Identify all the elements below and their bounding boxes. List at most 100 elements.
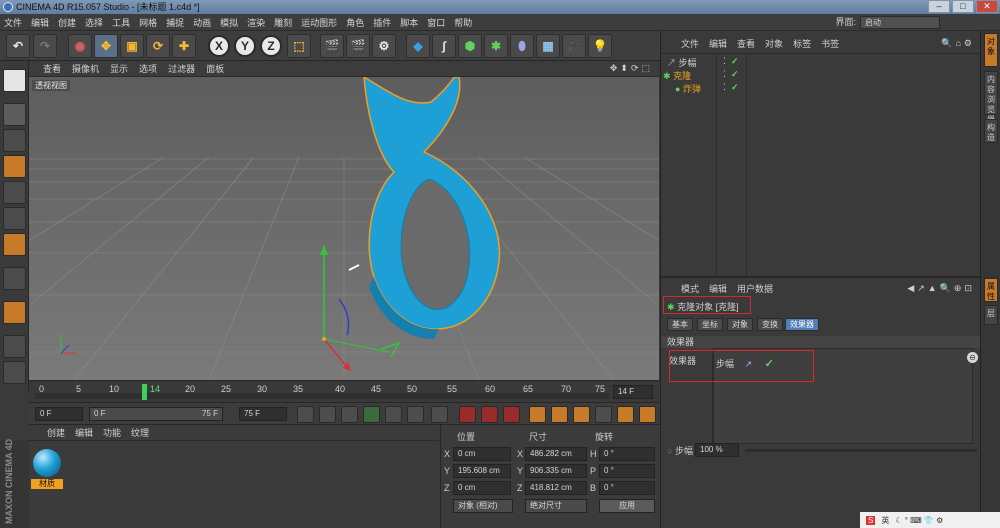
tab-transform[interactable]: 变换	[757, 318, 783, 331]
viewport-menu-panel[interactable]: 面板	[206, 62, 224, 75]
start-frame-field[interactable]: 0 F	[35, 407, 83, 421]
close-button[interactable]: ✕	[976, 0, 998, 13]
z-axis-toggle[interactable]: Z	[260, 35, 282, 57]
tab-basic[interactable]: 基本	[667, 318, 693, 331]
render-view-icon[interactable]: 🎬	[320, 34, 344, 58]
texture-mode-icon[interactable]	[3, 129, 26, 152]
visibility-dots-icon[interactable]: ⁚	[723, 69, 726, 80]
side-tab-layers[interactable]: 层	[984, 305, 998, 325]
apply-button[interactable]: 应用	[599, 499, 655, 513]
viewport-menu-view[interactable]: 查看	[43, 62, 61, 75]
material-menu-create[interactable]: 创建	[47, 426, 65, 439]
next-key-icon[interactable]	[407, 406, 424, 423]
array-generator-icon[interactable]: ✱	[484, 34, 508, 58]
coords-mode-select[interactable]: 对象 (相对)	[453, 499, 513, 513]
position-key-icon[interactable]	[529, 406, 546, 423]
maximize-button[interactable]: □	[952, 0, 974, 13]
render-picture-viewer-icon[interactable]: 🎬	[346, 34, 370, 58]
size-y-field[interactable]: 906.335 cm	[525, 464, 587, 478]
menu-tools[interactable]: 工具	[112, 16, 130, 29]
current-frame-field[interactable]: 14 F	[613, 385, 653, 399]
om-menu-view[interactable]: 查看	[737, 37, 755, 50]
viewport-menu-display[interactable]: 显示	[110, 62, 128, 75]
edges-mode-icon[interactable]	[3, 207, 26, 230]
keyframe-selection-icon[interactable]	[503, 406, 520, 423]
parameter-key-icon[interactable]	[595, 406, 612, 423]
redo-icon[interactable]: ↷	[33, 34, 57, 58]
ime-language[interactable]: 英	[881, 515, 889, 526]
go-to-end-icon[interactable]	[431, 406, 448, 423]
material-menu-texture[interactable]: 纹理	[131, 426, 149, 439]
timeline-view-icon[interactable]	[639, 406, 656, 423]
menu-edit[interactable]: 编辑	[31, 16, 49, 29]
viewport-menu-options[interactable]: 选项	[139, 62, 157, 75]
spline-pen-icon[interactable]: ∫	[432, 34, 456, 58]
tab-object[interactable]: 对象	[727, 318, 753, 331]
end-frame-field[interactable]: 75 F	[239, 407, 287, 421]
perspective-viewport[interactable]: 透视视图	[29, 77, 659, 380]
live-select-icon[interactable]: ◉	[68, 34, 92, 58]
make-editable-icon[interactable]	[3, 69, 26, 92]
go-to-start-icon[interactable]	[297, 406, 314, 423]
menu-mesh[interactable]: 网格	[139, 16, 157, 29]
pick-effector-icon[interactable]: ⊖	[967, 352, 978, 363]
menu-sculpt[interactable]: 雕刻	[274, 16, 292, 29]
side-tab-objects[interactable]: 对象	[984, 33, 998, 67]
menu-help[interactable]: 帮助	[454, 16, 472, 29]
attr-menu-userdata[interactable]: 用户数据	[737, 282, 773, 295]
menu-render[interactable]: 渲染	[247, 16, 265, 29]
keyframe-dot-icon[interactable]: ○	[667, 446, 672, 456]
rotation-b-field[interactable]: 0 °	[599, 481, 655, 495]
record-key-icon[interactable]	[459, 406, 476, 423]
size-x-field[interactable]: 486.282 cm	[525, 447, 587, 461]
size-mode-select[interactable]: 绝对尺寸	[525, 499, 587, 513]
om-menu-objects[interactable]: 对象	[765, 37, 783, 50]
previous-key-icon[interactable]	[319, 406, 336, 423]
enabled-check-icon[interactable]: ✓	[731, 82, 739, 93]
frame-range-slider[interactable]: 0 F 75 F	[89, 407, 223, 421]
strength-slider-track[interactable]	[745, 449, 977, 452]
visibility-dots-icon[interactable]: ⁚	[723, 82, 726, 93]
axis-mode-icon[interactable]	[3, 267, 26, 290]
list-item[interactable]: ↗ 步幅 ⁚ ✓	[667, 56, 982, 69]
scale-tool-icon[interactable]: ▣	[120, 34, 144, 58]
material-menu-edit[interactable]: 编辑	[75, 426, 93, 439]
material-swatch[interactable]: 材质	[31, 449, 63, 491]
light-icon[interactable]: 💡	[588, 34, 612, 58]
cube-primitive-icon[interactable]: ◆	[406, 34, 430, 58]
attr-nav-icons[interactable]: ◀↗▲🔍⊕⊡	[907, 283, 975, 294]
size-z-field[interactable]: 418.812 cm	[525, 481, 587, 495]
tab-effectors[interactable]: 效果器	[785, 318, 819, 331]
viewport-menu-cameras[interactable]: 摄像机	[72, 62, 99, 75]
layout-select[interactable]: 启动	[860, 16, 940, 29]
planar-workplane-icon[interactable]	[3, 361, 26, 384]
add-tool-icon[interactable]: ✚	[172, 34, 196, 58]
om-menu-tags[interactable]: 标签	[793, 37, 811, 50]
side-tab-structure[interactable]: 构造	[984, 119, 998, 143]
coordinate-system-icon[interactable]: ⬚	[287, 34, 311, 58]
position-x-field[interactable]: 0 cm	[453, 447, 511, 461]
enabled-check-icon[interactable]: ✓	[731, 69, 739, 80]
enabled-check-icon[interactable]: ✓	[731, 56, 739, 67]
menu-character[interactable]: 角色	[346, 16, 364, 29]
auto-keying-icon[interactable]	[481, 406, 498, 423]
minimize-button[interactable]: –	[928, 0, 950, 13]
list-item[interactable]: ✱ 克隆 ⁚ ✓	[663, 69, 978, 82]
menu-create[interactable]: 创建	[58, 16, 76, 29]
rotation-p-field[interactable]: 0 °	[599, 464, 655, 478]
x-axis-toggle[interactable]: X	[208, 35, 230, 57]
menu-file[interactable]: 文件	[4, 16, 22, 29]
next-frame-icon[interactable]	[385, 406, 402, 423]
model-mode-icon[interactable]	[3, 103, 26, 126]
play-icon[interactable]	[363, 406, 380, 423]
polygons-mode-icon[interactable]	[3, 233, 26, 256]
om-menu-bookmarks[interactable]: 书签	[821, 37, 839, 50]
menu-simulate[interactable]: 模拟	[220, 16, 238, 29]
floor-icon[interactable]: ▦	[536, 34, 560, 58]
render-settings-icon[interactable]: ⚙	[372, 34, 396, 58]
lock-workplane-icon[interactable]	[3, 335, 26, 358]
menu-mograph[interactable]: 运动图形	[301, 16, 337, 29]
point-level-key-icon[interactable]	[617, 406, 634, 423]
rotation-h-field[interactable]: 0 °	[599, 447, 655, 461]
snap-icon[interactable]	[3, 301, 26, 324]
